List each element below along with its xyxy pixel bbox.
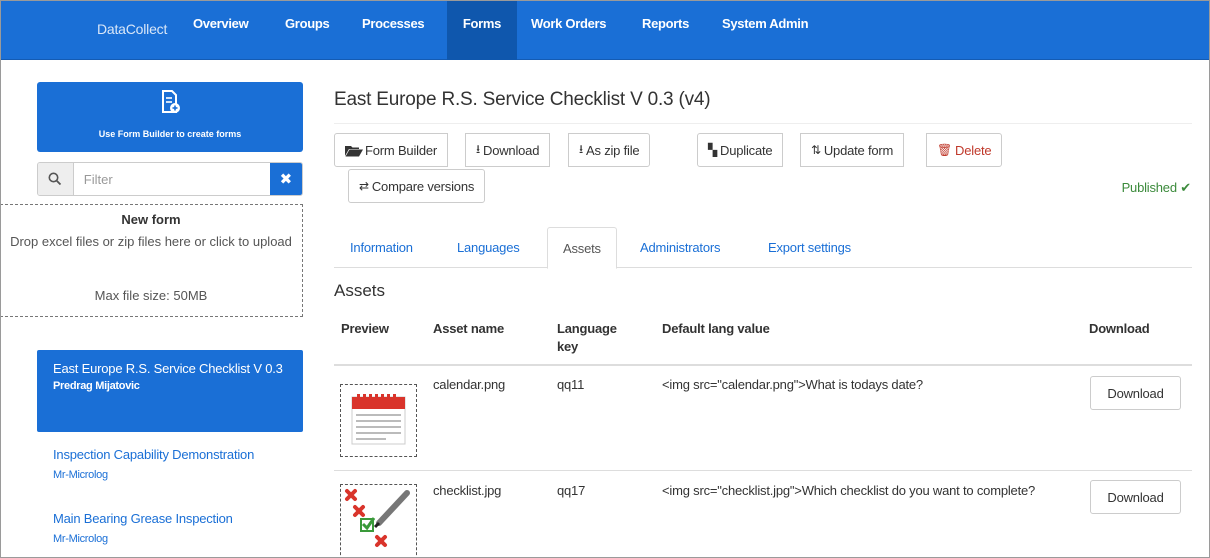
tab-export-settings[interactable]: Export settings	[753, 227, 866, 268]
assets-heading: Assets	[334, 281, 386, 300]
calendar-icon	[351, 394, 406, 445]
form-builder-panel[interactable]: Use Form Builder to create forms	[37, 82, 303, 152]
table-header-divider	[334, 364, 1192, 366]
duplicate-button[interactable]: ▚ Duplicate	[697, 133, 784, 167]
file-dropzone[interactable]: New form Drop excel files or zip files h…	[0, 204, 303, 317]
duplicate-label: Duplicate	[720, 142, 773, 158]
nav-forms[interactable]: Forms	[447, 0, 517, 60]
update-label: Update form	[823, 142, 894, 158]
form-title: East Europe R.S. Service Checklist V 0.3	[53, 361, 283, 376]
download-button[interactable]: ⭳ Download	[465, 133, 551, 167]
zip-label: As zip file	[586, 142, 640, 158]
form-builder-label: Form Builder	[365, 142, 438, 158]
form-list-item[interactable]: Main Bearing Grease Inspection Mr-Microl…	[53, 511, 303, 545]
col-preview: Preview	[341, 321, 389, 336]
form-add-icon	[162, 90, 180, 113]
search-icon	[38, 163, 74, 195]
status-badge: Published ✔	[1121, 180, 1192, 196]
form-builder-button[interactable]: Form Builder	[334, 133, 449, 167]
tab-assets[interactable]: Assets	[547, 227, 617, 269]
default-lang-value: <img src="checklist.jpg">Which checklist…	[662, 483, 1036, 498]
asset-preview-checklist	[340, 484, 417, 558]
nav-system-admin[interactable]: System Admin	[712, 0, 818, 60]
nav-groups[interactable]: Groups	[275, 0, 339, 60]
dropzone-max-size: Max file size: 50MB	[94, 288, 208, 303]
form-title: Inspection Capability Demonstration	[53, 447, 255, 462]
form-list-item[interactable]: Inspection Capability Demonstration Mr-M…	[53, 447, 303, 481]
dropzone-title: New form	[121, 212, 181, 227]
form-author: Mr-Microlog	[53, 533, 108, 545]
top-navbar: DataCollect Overview Groups Processes Fo…	[0, 0, 1210, 60]
download-asset-button[interactable]: Download	[1090, 376, 1181, 410]
zip-download-button[interactable]: ⭳ As zip file	[568, 133, 651, 167]
asset-name: checklist.jpg	[433, 483, 502, 498]
dropzone-instructions: Drop excel files or zip files here or cl…	[10, 234, 292, 249]
folder-open-icon	[345, 145, 363, 156]
form-title: Main Bearing Grease Inspection	[53, 511, 233, 526]
title-divider	[334, 123, 1192, 124]
filter-input[interactable]	[73, 163, 270, 195]
form-list-item-active[interactable]: East Europe R.S. Service Checklist V 0.3…	[37, 350, 303, 432]
download-asset-button[interactable]: Download	[1090, 480, 1181, 514]
form-author: Predrag Mijatovic	[53, 380, 140, 392]
page-title: East Europe R.S. Service Checklist V 0.3…	[334, 89, 711, 110]
form-builder-label: Use Form Builder to create forms	[98, 129, 242, 139]
col-language-key: Language key	[557, 321, 617, 354]
checklist-icon	[345, 489, 410, 547]
form-tabs: Information Languages Assets Administrat…	[334, 227, 1192, 269]
brand-logo[interactable]: DataCollect	[97, 21, 167, 37]
status-text: Published	[1121, 180, 1178, 195]
col-default-lang-value: Default lang value	[662, 321, 770, 336]
nav-overview[interactable]: Overview	[183, 0, 258, 60]
update-form-button[interactable]: ⇅ Update form	[800, 133, 905, 167]
col-asset-name: Asset name	[433, 321, 504, 336]
download-icon: ⭳	[579, 141, 584, 156]
trash-icon: 🗑	[937, 143, 953, 157]
default-lang-value: <img src="calendar.png">What is todays d…	[662, 377, 923, 392]
tab-information[interactable]: Information	[335, 227, 428, 268]
tab-languages[interactable]: Languages	[442, 227, 535, 268]
language-key: qq17	[557, 483, 586, 498]
nav-processes[interactable]: Processes	[352, 0, 434, 60]
retweet-icon: ⇅	[811, 143, 821, 157]
col-download: Download	[1089, 321, 1150, 336]
check-icon: ✔	[1180, 180, 1191, 195]
compare-label: Compare versions	[371, 178, 475, 194]
duplicate-icon: ▚	[708, 143, 718, 157]
clear-filter-icon[interactable]: ✖	[269, 163, 302, 195]
filter-group: ✖	[37, 162, 303, 196]
download-icon: ⭳	[476, 141, 481, 156]
tab-administrators[interactable]: Administrators	[625, 227, 735, 268]
language-key: qq11	[557, 377, 585, 392]
delete-label: Delete	[955, 142, 992, 158]
delete-button[interactable]: 🗑 Delete	[926, 133, 1003, 167]
asset-preview-calendar	[340, 384, 417, 457]
table-row-divider	[334, 470, 1192, 471]
form-author: Mr-Microlog	[53, 469, 108, 481]
asset-name: calendar.png	[433, 377, 506, 392]
nav-work-orders[interactable]: Work Orders	[521, 0, 616, 60]
download-label: Download	[483, 142, 540, 158]
nav-reports[interactable]: Reports	[632, 0, 699, 60]
exchange-icon: ⇄	[359, 179, 369, 193]
compare-versions-button[interactable]: ⇄ Compare versions	[348, 169, 486, 203]
